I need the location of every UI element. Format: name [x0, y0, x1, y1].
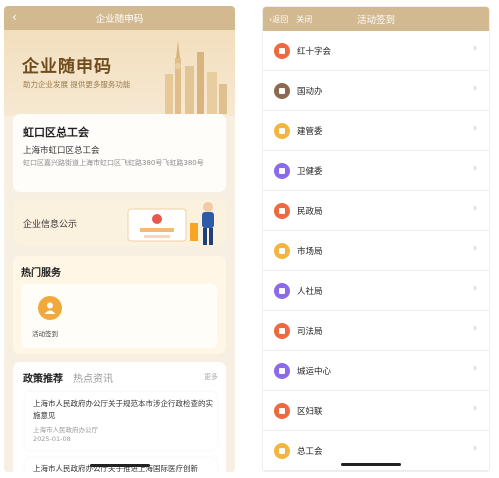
chevron-right-icon: › [473, 283, 477, 294]
policy-item-title: 上海市人民政府办公厅关于规范本市涉企行政检查的实施意见 [33, 399, 213, 420]
list-item[interactable]: 红十字会 › [263, 31, 489, 71]
hero-title: 企业随申码 [22, 57, 112, 77]
department-icon [274, 243, 290, 259]
tab-hot-news[interactable]: 热点资讯 [73, 370, 113, 385]
department-icon [274, 443, 290, 459]
department-icon [274, 43, 290, 59]
list-item-label: 国动办 [297, 87, 323, 97]
department-list: 红十字会 › 国动办 › 建管委 › 卫健委 › 民政局 › 市场局 › 人社局 › 司法局 › 城运中心 › 区妇… [263, 31, 489, 471]
department-icon [274, 123, 290, 139]
nav-title: 企业随申码 [95, 14, 144, 25]
list-item-label: 建管委 [297, 127, 323, 137]
list-item-label: 人社局 [297, 287, 323, 297]
list-item[interactable]: 人社局 › [263, 271, 489, 311]
chevron-right-icon: › [473, 43, 477, 54]
policy-card: 政策推荐 热点资讯 更多 上海市人民政府办公厅关于规范本市涉企行政检查的实施意见… [13, 362, 226, 472]
info-board-illustration [127, 202, 214, 245]
department-icon [274, 403, 290, 419]
hot-services-title: 热门服务 [21, 268, 61, 279]
department-icon [274, 203, 290, 219]
department-icon [274, 323, 290, 339]
nav-bar: ‹返回 关闭 活动签到 [263, 7, 489, 31]
back-label: 返回 [272, 15, 289, 24]
list-item-label: 区妇联 [297, 407, 323, 417]
list-item-label: 卫健委 [297, 167, 323, 177]
nav-bar: ‹ 企业随申码 [4, 6, 235, 30]
department-icon [274, 83, 290, 99]
list-item-label: 总工会 [297, 447, 323, 457]
hero-subtitle: 助力企业发展 提供更多服务功能 [23, 80, 131, 89]
chevron-right-icon: › [473, 363, 477, 374]
chevron-right-icon: › [473, 323, 477, 334]
close-button[interactable]: 关闭 [296, 14, 312, 25]
nav-title: 活动签到 [356, 15, 395, 26]
list-item[interactable]: 国动办 › [263, 71, 489, 111]
enterprise-info-label: 企业信息公示 [23, 220, 78, 230]
activity-checkin-label: 活动签到 [32, 330, 58, 338]
activity-checkin-screen: ‹返回 关闭 活动签到 红十字会 › 国动办 › 建管委 › 卫健委 › 民政局 › 市场局 › 人社局… [262, 6, 490, 472]
home-indicator [341, 463, 401, 466]
person-icon [38, 296, 62, 320]
chevron-right-icon: › [473, 123, 477, 134]
policy-item[interactable]: 上海市人民政府办公厅关于规范本市涉企行政检查的实施意见 上海市人民政府办公厅 2… [25, 392, 217, 450]
list-item-label: 司法局 [297, 327, 323, 337]
chevron-right-icon: › [473, 203, 477, 214]
more-link[interactable]: 更多 [204, 372, 218, 382]
org-full-name: 上海市虹口区总工会 [23, 146, 100, 156]
back-button[interactable]: ‹ [12, 10, 17, 24]
nav-actions: ‹返回 关闭 [269, 14, 312, 25]
policy-item-source: 上海市人民政府办公厅 [33, 426, 98, 434]
list-item-label: 市场局 [297, 247, 323, 257]
enterprise-code-screen: ‹ 企业随申码 企业随申码 助力企业发展 提供更多服务功能 虹口区总工会 上海市… [4, 6, 235, 472]
list-item[interactable]: 司法局 › [263, 311, 489, 351]
chevron-right-icon: › [473, 163, 477, 174]
chevron-right-icon: › [473, 443, 477, 454]
chevron-right-icon: › [473, 403, 477, 414]
list-item[interactable]: 城运中心 › [263, 351, 489, 391]
chevron-right-icon: › [473, 243, 477, 254]
list-item[interactable]: 民政局 › [263, 191, 489, 231]
list-item[interactable]: 建管委 › [263, 111, 489, 151]
tab-policy-recommend[interactable]: 政策推荐 [23, 370, 63, 385]
list-item[interactable]: 区妇联 › [263, 391, 489, 431]
activity-checkin-service[interactable]: 活动签到 [21, 284, 217, 348]
chevron-right-icon: › [473, 83, 477, 94]
home-indicator [90, 464, 150, 467]
list-item-label: 城运中心 [297, 367, 332, 377]
department-icon [274, 283, 290, 299]
department-icon [274, 363, 290, 379]
org-name: 虹口区总工会 [23, 126, 89, 139]
hero-banner: 企业随申码 助力企业发展 提供更多服务功能 [4, 30, 235, 116]
department-icon [274, 163, 290, 179]
policy-item-date: 2025-01-08 [33, 435, 71, 443]
org-address: 虹口区嘉兴路街道上海市虹口区飞虹路380号飞虹路380号 [23, 159, 204, 167]
organization-card[interactable]: 虹口区总工会 上海市虹口区总工会 虹口区嘉兴路街道上海市虹口区飞虹路380号飞虹… [13, 114, 226, 192]
list-item-label: 民政局 [297, 207, 323, 217]
list-item[interactable]: 卫健委 › [263, 151, 489, 191]
list-item[interactable]: 市场局 › [263, 231, 489, 271]
list-item-label: 红十字会 [297, 47, 332, 57]
city-skyline-illustration [165, 40, 227, 114]
enterprise-info-card[interactable]: 企业信息公示 [13, 200, 226, 246]
hot-services-card: 热门服务 活动签到 [13, 256, 226, 354]
back-button[interactable]: ‹返回 [269, 14, 288, 25]
